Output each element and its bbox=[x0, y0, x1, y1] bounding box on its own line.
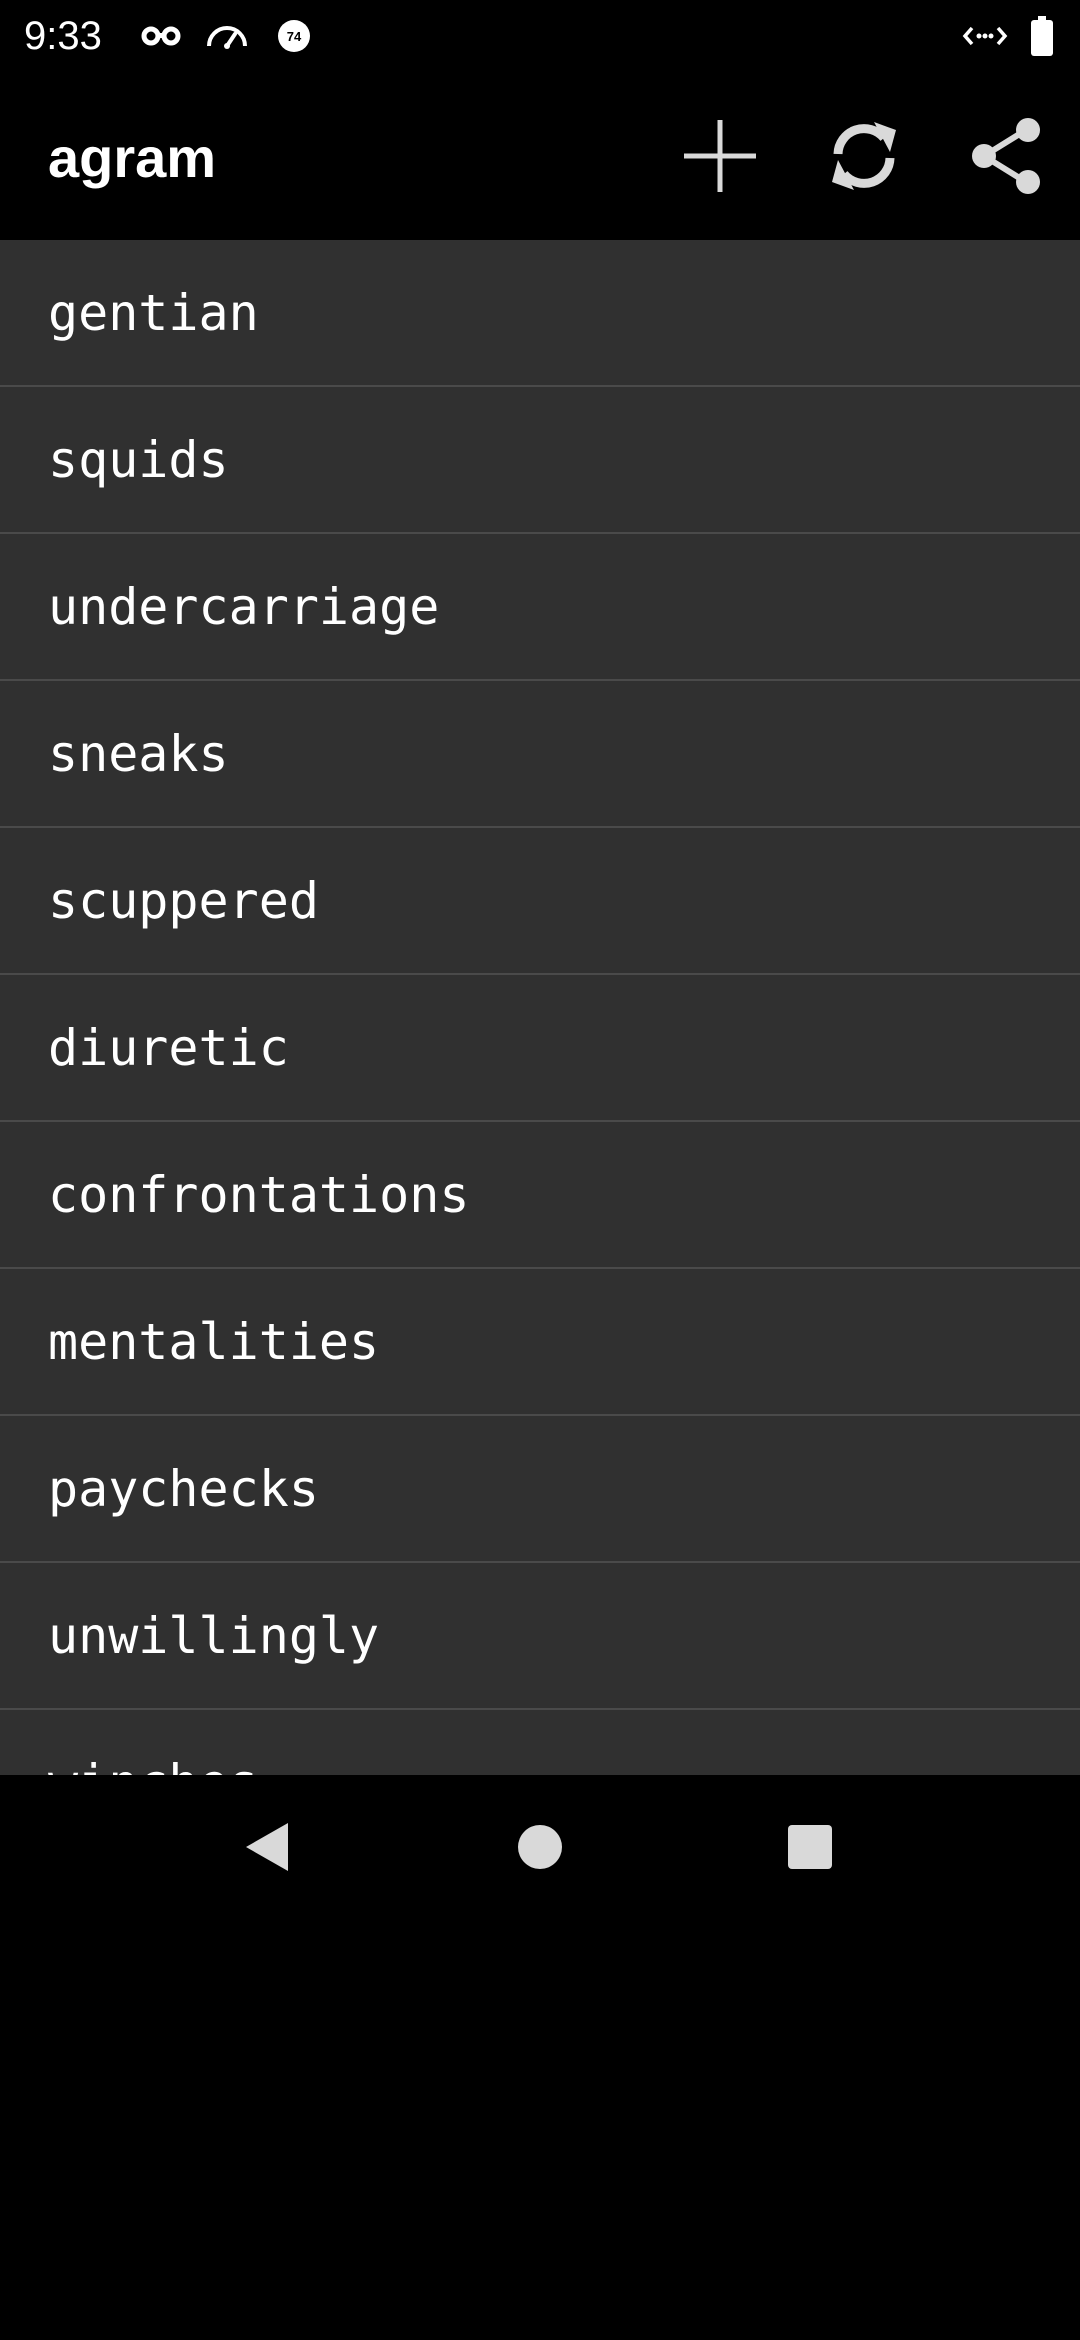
list-item-label: diuretic bbox=[48, 1019, 289, 1077]
list-item-label: gentian bbox=[48, 284, 259, 342]
list-item[interactable]: winches bbox=[0, 1710, 1080, 1775]
word-list[interactable]: gentian squids undercarriage sneaks scup… bbox=[0, 240, 1080, 1775]
list-item-label: mentalities bbox=[48, 1313, 380, 1371]
list-item[interactable]: undercarriage bbox=[0, 534, 1080, 681]
speed-badge-icon: 74 bbox=[276, 14, 312, 58]
recents-button[interactable] bbox=[760, 1797, 860, 1897]
list-item-label: undercarriage bbox=[48, 578, 440, 636]
recents-icon bbox=[788, 1825, 832, 1869]
incognito-icon bbox=[140, 14, 182, 58]
list-item[interactable]: confrontations bbox=[0, 1122, 1080, 1269]
app-bar: agram bbox=[0, 72, 1080, 240]
back-icon bbox=[246, 1823, 288, 1871]
list-item[interactable]: mentalities bbox=[0, 1269, 1080, 1416]
code-arrows-icon bbox=[962, 14, 1008, 58]
list-item[interactable]: gentian bbox=[0, 240, 1080, 387]
speedometer-icon bbox=[204, 14, 250, 58]
add-icon bbox=[684, 120, 756, 192]
svg-text:74: 74 bbox=[287, 29, 302, 44]
home-icon bbox=[518, 1825, 562, 1869]
list-item[interactable]: diuretic bbox=[0, 975, 1080, 1122]
battery-icon bbox=[1030, 14, 1054, 58]
share-icon bbox=[972, 118, 1040, 194]
status-bar: 9:33 74 bbox=[0, 0, 1080, 72]
home-button[interactable] bbox=[490, 1797, 590, 1897]
add-button[interactable] bbox=[672, 108, 768, 204]
list-item-label: confrontations bbox=[48, 1166, 470, 1224]
share-button[interactable] bbox=[960, 108, 1056, 204]
list-item-label: paychecks bbox=[48, 1460, 319, 1518]
list-item[interactable]: paychecks bbox=[0, 1416, 1080, 1563]
back-button[interactable] bbox=[218, 1797, 318, 1897]
list-item-label: winches bbox=[48, 1752, 259, 1775]
navigation-bar bbox=[0, 1775, 1080, 1920]
list-item[interactable]: scuppered bbox=[0, 828, 1080, 975]
list-item[interactable]: squids bbox=[0, 387, 1080, 534]
list-item-label: squids bbox=[48, 431, 229, 489]
refresh-button[interactable] bbox=[816, 108, 912, 204]
list-item-label: sneaks bbox=[48, 725, 229, 783]
list-item[interactable]: sneaks bbox=[0, 681, 1080, 828]
list-item-label: scuppered bbox=[48, 872, 319, 930]
list-item[interactable]: unwillingly bbox=[0, 1563, 1080, 1710]
refresh-icon bbox=[832, 122, 896, 190]
list-item-label: unwillingly bbox=[48, 1607, 380, 1665]
status-time: 9:33 bbox=[24, 14, 102, 58]
app-title: agram bbox=[48, 126, 217, 189]
